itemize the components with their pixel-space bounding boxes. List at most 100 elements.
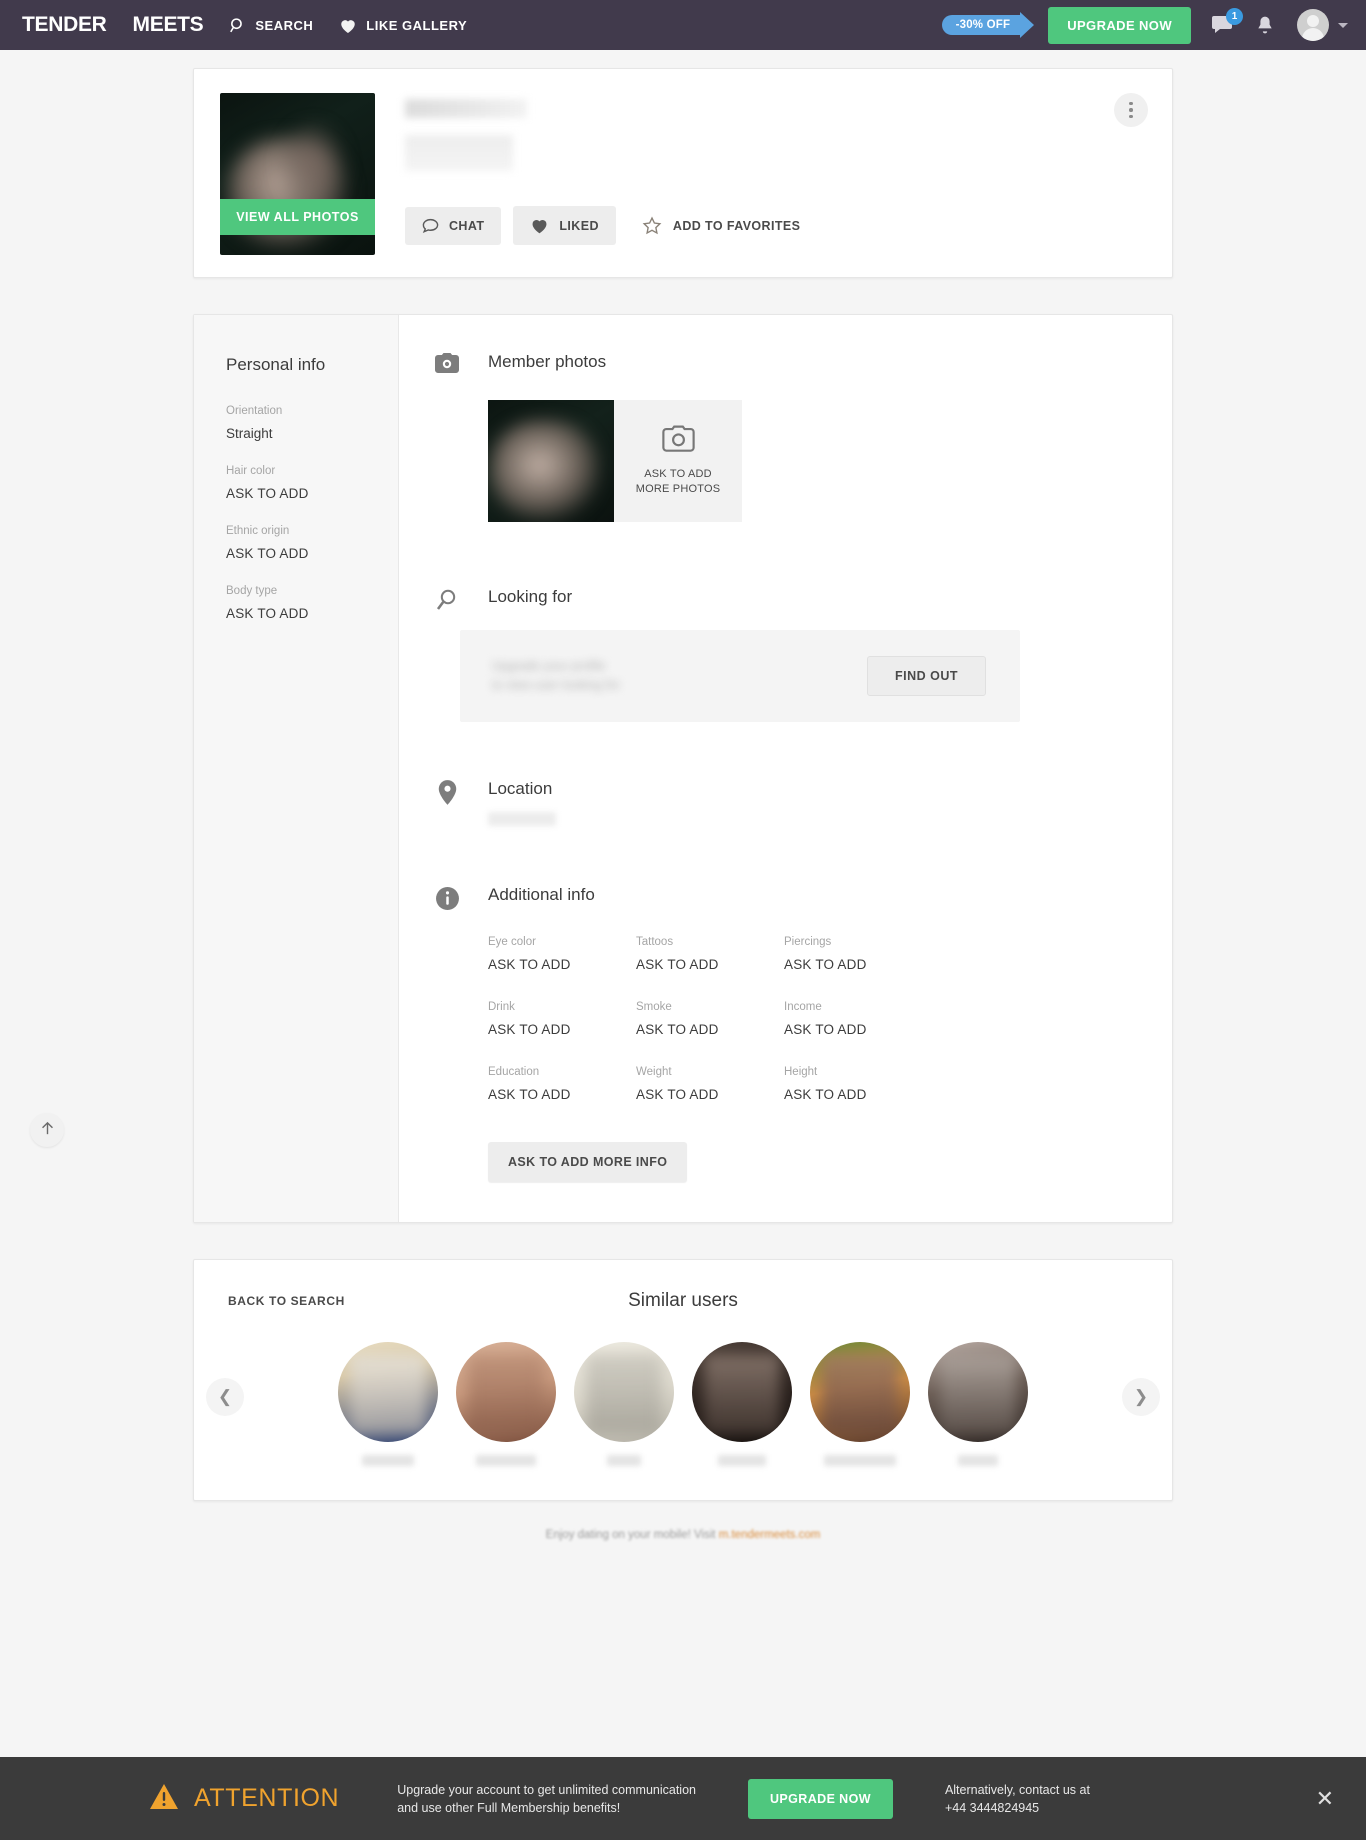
info-value[interactable]: ASK TO ADD bbox=[488, 957, 636, 972]
personal-info-title: Personal info bbox=[226, 355, 326, 374]
profile-action-row: CHAT LIKED ADD TO FAVORITES bbox=[405, 205, 1144, 246]
field-label: Body type bbox=[226, 585, 278, 597]
info-label: Smoke bbox=[636, 1001, 672, 1013]
banner-attention-group: ATTENTION bbox=[150, 1783, 340, 1814]
similar-user-avatar bbox=[810, 1342, 910, 1442]
section-title: Member photos bbox=[488, 352, 607, 371]
nav-item-like-gallery[interactable]: LIKE GALLERY bbox=[339, 17, 467, 34]
mobile-site-note: Enjoy dating on your mobile! Visit m.ten… bbox=[193, 1529, 1173, 1541]
banner-close-button[interactable]: ✕ bbox=[1312, 1782, 1338, 1816]
ask-to-add-more-photos-button[interactable]: ASK TO ADD MORE PHOTOS bbox=[614, 400, 742, 522]
info-value[interactable]: ASK TO ADD bbox=[784, 1022, 932, 1037]
similar-users-card: BACK TO SEARCH Similar users ❮ ❯ bbox=[193, 1259, 1173, 1501]
similar-user-item[interactable] bbox=[692, 1342, 792, 1466]
field-value[interactable]: ASK TO ADD bbox=[226, 486, 398, 501]
messages-button[interactable]: 1 bbox=[1211, 7, 1243, 37]
section-title: Location bbox=[488, 779, 553, 798]
camera-icon bbox=[434, 353, 460, 373]
info-field-eye-color: Eye color ASK TO ADD bbox=[488, 936, 636, 972]
discount-badge[interactable]: -30% OFF bbox=[941, 12, 1035, 38]
info-value[interactable]: ASK TO ADD bbox=[784, 957, 932, 972]
profile-details: CHAT LIKED ADD TO FAVORITES bbox=[375, 93, 1144, 255]
sidebar-field-ethnic-origin: Ethnic origin ASK TO ADD bbox=[226, 525, 398, 561]
chevron-down-icon[interactable] bbox=[1338, 22, 1348, 28]
ask-to-add-more-info-button[interactable]: ASK TO ADD MORE INFO bbox=[488, 1142, 688, 1182]
similar-user-name-hidden bbox=[362, 1455, 414, 1466]
info-field-weight: Weight ASK TO ADD bbox=[636, 1066, 784, 1102]
similar-user-avatar bbox=[456, 1342, 556, 1442]
chevron-right-icon: ❯ bbox=[1133, 1387, 1149, 1406]
similar-user-name-hidden bbox=[718, 1455, 766, 1466]
location-value-hidden bbox=[488, 812, 556, 826]
heart-icon bbox=[339, 17, 357, 34]
similar-user-item[interactable] bbox=[456, 1342, 556, 1466]
looking-for-body: Looking for Upgrade your profile to view… bbox=[460, 586, 1172, 722]
liked-button-label: LIKED bbox=[559, 218, 599, 233]
nav-item-search[interactable]: SEARCH bbox=[229, 17, 313, 34]
similar-user-item[interactable] bbox=[338, 1342, 438, 1466]
field-value: Straight bbox=[226, 426, 273, 441]
info-value[interactable]: ASK TO ADD bbox=[636, 1022, 784, 1037]
similar-user-name-hidden bbox=[476, 1455, 536, 1466]
discount-label: -30% OFF bbox=[941, 15, 1021, 35]
banner-attention-label: ATTENTION bbox=[194, 1784, 340, 1812]
similar-user-item[interactable] bbox=[928, 1342, 1028, 1466]
similar-users-header: BACK TO SEARCH Similar users bbox=[194, 1286, 1172, 1316]
scroll-to-top-button[interactable] bbox=[30, 1113, 64, 1147]
info-icon bbox=[434, 886, 460, 911]
notifications-button[interactable] bbox=[1255, 14, 1275, 36]
member-photo-thumbnail[interactable] bbox=[488, 400, 614, 522]
similar-user-item[interactable] bbox=[574, 1342, 674, 1466]
info-value[interactable]: ASK TO ADD bbox=[488, 1022, 636, 1037]
info-field-drink: Drink ASK TO ADD bbox=[488, 1001, 636, 1037]
view-all-photos-button[interactable]: VIEW ALL PHOTOS bbox=[220, 199, 375, 235]
banner-message: Upgrade your account to get unlimited co… bbox=[397, 1781, 696, 1817]
field-value[interactable]: ASK TO ADD bbox=[226, 546, 398, 561]
profile-main-photo[interactable]: VIEW ALL PHOTOS bbox=[220, 93, 375, 255]
user-avatar[interactable] bbox=[1297, 9, 1329, 41]
liked-button[interactable]: LIKED bbox=[513, 206, 616, 245]
info-value[interactable]: ASK TO ADD bbox=[784, 1087, 932, 1102]
kebab-menu-icon[interactable] bbox=[1114, 93, 1148, 127]
looking-for-locked-panel: Upgrade your profile to view user lookin… bbox=[460, 630, 1020, 722]
info-field-tattoos: Tattoos ASK TO ADD bbox=[636, 936, 784, 972]
site-logo[interactable]: TENDER MEETS bbox=[22, 13, 204, 37]
section-looking-for: Looking for Upgrade your profile to view… bbox=[399, 586, 1172, 722]
field-value[interactable]: ASK TO ADD bbox=[226, 606, 398, 621]
info-label: Education bbox=[488, 1066, 540, 1078]
messages-count-badge: 1 bbox=[1226, 7, 1243, 25]
chat-button[interactable]: CHAT bbox=[405, 206, 502, 245]
add-to-favorites-button[interactable]: ADD TO FAVORITES bbox=[634, 205, 808, 246]
banner-upgrade-now-button[interactable]: UPGRADE NOW bbox=[748, 1778, 893, 1819]
location-body: Location bbox=[460, 778, 1172, 826]
profile-details-card: Personal info Orientation Straight Hair … bbox=[193, 314, 1173, 1223]
chat-bubble-icon bbox=[422, 218, 439, 234]
looking-for-blurred-text: Upgrade your profile to view user lookin… bbox=[492, 657, 620, 695]
nav-label-search: SEARCH bbox=[255, 17, 314, 33]
sidebar-field-body-type: Body type ASK TO ADD bbox=[226, 585, 398, 621]
section-title: Looking for bbox=[488, 587, 573, 606]
info-value[interactable]: ASK TO ADD bbox=[488, 1087, 636, 1102]
info-label: Piercings bbox=[784, 936, 832, 948]
warning-triangle-icon bbox=[150, 1783, 178, 1814]
carousel-prev-button[interactable]: ❮ bbox=[206, 1378, 244, 1416]
blurred-face bbox=[822, 1354, 898, 1434]
similar-user-avatar bbox=[928, 1342, 1028, 1442]
page-content: VIEW ALL PHOTOS CHAT LIKED ADD TO FAVORI… bbox=[0, 68, 1366, 1661]
banner-contact-line1: Alternatively, contact us at bbox=[944, 1782, 1090, 1797]
arrow-up-icon bbox=[39, 1120, 56, 1140]
blurred-line-1: Upgrade your profile bbox=[492, 659, 606, 673]
info-value[interactable]: ASK TO ADD bbox=[636, 1087, 784, 1102]
info-value[interactable]: ASK TO ADD bbox=[636, 957, 784, 972]
mobile-site-link[interactable]: m.tendermeets.com bbox=[719, 1529, 821, 1541]
section-additional-info: Additional info Eye color ASK TO ADD Tat… bbox=[399, 884, 1172, 1182]
find-out-button[interactable]: FIND OUT bbox=[866, 656, 986, 696]
similar-user-item[interactable] bbox=[810, 1342, 910, 1466]
discount-arrow-shape bbox=[1020, 12, 1035, 38]
header-upgrade-now-button[interactable]: UPGRADE NOW bbox=[1048, 6, 1191, 44]
field-label: Orientation bbox=[226, 405, 283, 417]
blurred-face bbox=[704, 1354, 780, 1434]
field-label: Ethnic origin bbox=[226, 525, 290, 537]
carousel-next-button[interactable]: ❯ bbox=[1122, 1378, 1160, 1416]
back-to-search-link[interactable]: BACK TO SEARCH bbox=[228, 1290, 345, 1312]
